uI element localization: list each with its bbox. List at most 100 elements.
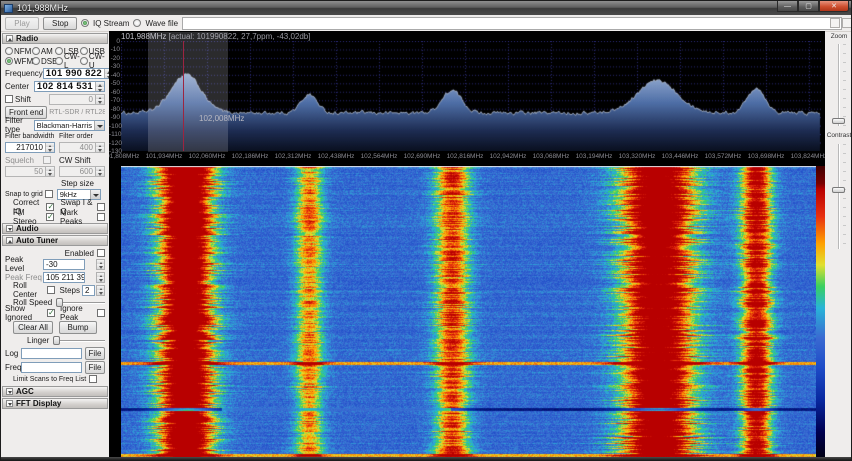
center-field[interactable]: 102 814 531 <box>33 81 105 92</box>
agc-panel-header[interactable]: AGC <box>2 386 108 397</box>
radio-panel-title: Radio <box>16 34 39 43</box>
ignore-peak-checkbox[interactable] <box>97 309 105 317</box>
center-spinner[interactable] <box>95 82 104 91</box>
filter-bandwidth-spinner[interactable] <box>45 142 54 152</box>
roll-center-checkbox[interactable] <box>46 286 55 294</box>
shift-spinner[interactable] <box>95 94 104 104</box>
freq-tick-label: 102,186MHz <box>231 153 269 160</box>
collapse-icon[interactable] <box>6 225 13 232</box>
squelch-spinner[interactable] <box>45 166 54 176</box>
waterfall-display[interactable] <box>109 166 825 459</box>
mode-radio-usb[interactable] <box>79 47 88 55</box>
peak-level-value[interactable]: -30 <box>44 260 84 269</box>
mode-radio-wfm[interactable] <box>5 57 13 65</box>
freq-tick-label: 103,572MHz <box>704 153 742 160</box>
filter-order-field[interactable]: 400 <box>59 141 105 153</box>
squelch-field[interactable]: 50 <box>5 165 55 177</box>
collapse-icon[interactable] <box>6 388 13 395</box>
spectrum-analyzer[interactable]: 101,988MHz [actual: 101990822, 27,7ppm, … <box>109 31 825 166</box>
mode-radio-lsb[interactable] <box>54 47 63 55</box>
steps-value[interactable]: 2 <box>83 286 94 295</box>
center-value[interactable]: 102 814 531 <box>35 81 95 92</box>
center-label: Center <box>5 82 30 91</box>
radio-panel-header[interactable]: Radio <box>2 33 108 44</box>
shift-checkbox[interactable] <box>5 95 13 103</box>
filter-bandwidth-value[interactable]: 217010 <box>6 143 45 152</box>
title-bar[interactable]: 101,988MHz — ▢ ✕ <box>1 1 851 15</box>
mark-peaks-checkbox[interactable] <box>97 213 105 221</box>
filter-order-spinner[interactable] <box>95 142 104 152</box>
collapse-icon[interactable] <box>6 400 13 407</box>
correct-iq-checkbox[interactable] <box>46 202 55 211</box>
roll-speed-slider[interactable] <box>56 297 105 307</box>
mode-radio-am[interactable] <box>31 47 40 55</box>
freq-tick-label: 103,824MHz <box>790 153 825 160</box>
stop-button[interactable]: Stop <box>43 16 77 30</box>
play-button[interactable]: Play <box>5 16 39 30</box>
db-tick-label: 0 <box>116 38 120 45</box>
mode-radio-nfm[interactable] <box>5 47 13 55</box>
toolbar-box-2[interactable] <box>842 18 851 28</box>
toolbar-box-1[interactable] <box>830 18 840 28</box>
freq-tick-label: 101,808MHz <box>109 153 140 160</box>
fm-stereo-checkbox[interactable] <box>45 212 54 221</box>
close-button[interactable]: ✕ <box>819 1 849 12</box>
maximize-button[interactable]: ▢ <box>798 1 819 12</box>
mode-radio-dsb[interactable] <box>32 57 40 65</box>
enabled-checkbox[interactable] <box>97 249 105 257</box>
mode-radio-cwu[interactable] <box>79 57 88 65</box>
frequency-field[interactable]: 101 990 822 <box>42 68 114 79</box>
peak-level-spinner[interactable] <box>96 258 105 270</box>
contrast-slider[interactable] <box>832 144 846 249</box>
peak-freq-value[interactable]: 105 211 393 <box>44 273 84 282</box>
audio-panel-title: Audio <box>16 224 39 233</box>
freq-file-button[interactable]: File <box>85 360 105 374</box>
db-tick-label: -120 <box>109 139 123 147</box>
linger-slider[interactable] <box>53 335 105 345</box>
zoom-slider[interactable] <box>832 44 846 126</box>
peak-freq-spinner[interactable] <box>96 271 105 283</box>
contrast-slider-thumb[interactable] <box>832 187 845 193</box>
freq-tick-label: 102,060MHz <box>188 153 226 160</box>
wave-file-radio[interactable] <box>133 19 142 27</box>
db-tick-label: -110 <box>109 131 122 139</box>
swap-iq-checkbox[interactable] <box>97 203 105 211</box>
fft-display-panel-header[interactable]: FFT Display <box>2 398 108 409</box>
minimize-button[interactable]: — <box>777 1 798 12</box>
limit-scans-checkbox[interactable] <box>89 375 98 383</box>
freq-path-input[interactable] <box>21 361 82 373</box>
slider-thumb[interactable] <box>56 297 64 307</box>
iq-stream-radio[interactable] <box>81 19 89 27</box>
zoom-slider-thumb[interactable] <box>832 118 845 124</box>
chevron-down-icon[interactable] <box>89 189 100 199</box>
snap-to-grid-checkbox[interactable] <box>44 190 53 198</box>
mode-radio-cwl[interactable] <box>55 57 63 65</box>
peak-level-field[interactable]: -30 <box>43 258 85 270</box>
filter-bandwidth-field[interactable]: 217010 <box>5 141 55 153</box>
peak-freq-field[interactable]: 105 211 393 <box>43 271 85 283</box>
steps-field[interactable]: 2 <box>81 284 95 296</box>
frequency-value[interactable]: 101 990 822 <box>44 68 104 79</box>
clear-all-button[interactable]: Clear All <box>13 320 53 334</box>
filter-type-value: Blackman-Harris <box>36 120 92 130</box>
filter-type-select[interactable]: Blackman-Harris <box>33 119 105 131</box>
waterfall-canvas[interactable] <box>121 166 816 459</box>
log-path-input[interactable] <box>21 347 82 359</box>
log-file-button[interactable]: File <box>85 346 105 360</box>
steps-spinner[interactable] <box>96 284 105 296</box>
auto-tuner-panel-header[interactable]: Auto Tuner <box>2 235 108 246</box>
wave-file-input[interactable] <box>182 16 843 30</box>
slider-thumb[interactable] <box>53 335 61 345</box>
mode-label-nfm: NFM <box>14 46 32 56</box>
tuning-band-overlay[interactable] <box>147 32 228 152</box>
collapse-icon[interactable] <box>6 35 13 42</box>
bump-button[interactable]: Bump <box>59 320 97 334</box>
cw-shift-field[interactable]: 600 <box>59 165 105 177</box>
show-ignored-checkbox[interactable] <box>47 308 56 317</box>
shift-field[interactable]: 0 <box>49 93 105 105</box>
freq-list-label: Freq <box>5 362 22 372</box>
squelch-checkbox[interactable] <box>43 156 51 164</box>
collapse-icon[interactable] <box>6 237 13 244</box>
chevron-down-icon[interactable] <box>94 120 104 130</box>
cw-shift-spinner[interactable] <box>95 166 104 176</box>
